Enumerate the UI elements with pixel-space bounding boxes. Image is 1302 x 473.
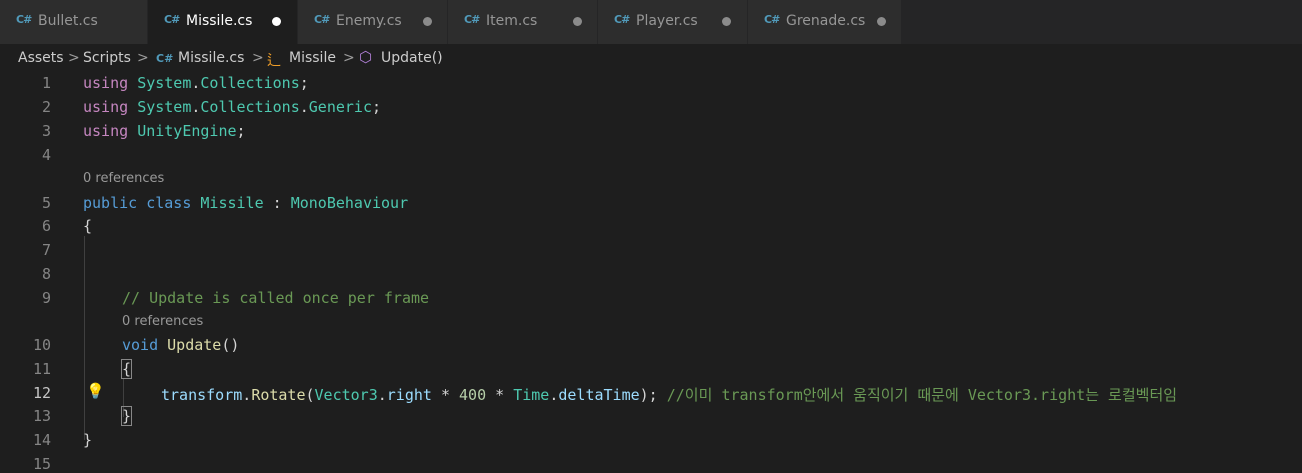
line-number: 4 (41, 146, 51, 164)
line-number: 6 (41, 217, 51, 235)
tab-label: Missile.cs (186, 13, 253, 29)
line-number: 14 (32, 431, 51, 449)
code-editor[interactable]: 1 2 3 4 5 6 7 8 9 10 11 12 13 14 15 usin… (0, 72, 1302, 473)
code-line: using UnityEngine; (83, 122, 246, 140)
line-number: 5 (41, 194, 51, 212)
line-number: 1 (41, 74, 51, 92)
csharp-icon: C# (164, 13, 180, 26)
csharp-icon: C# (314, 13, 330, 26)
tab-missile-cs[interactable]: C# Missile.cs (148, 0, 298, 44)
indent-guide (84, 236, 85, 440)
tab-label: Item.cs (486, 13, 538, 29)
tab-item-cs[interactable]: C# Item.cs (448, 0, 598, 44)
codelens-references[interactable]: 0 references (122, 314, 203, 329)
breadcrumb-missile-cs[interactable]: Missile.cs (178, 50, 244, 66)
code-line-active: transform.Rotate(Vector3.right * 400 * T… (161, 386, 1178, 404)
line-number: 8 (41, 265, 51, 283)
tab-bar: C# Bullet.cs C# Missile.cs C# Enemy.cs C… (0, 0, 1302, 44)
line-number: 3 (41, 122, 51, 140)
code-comment-line: // Update is called once per frame (122, 289, 430, 307)
method-cube-icon: ⬡ (359, 48, 373, 66)
line-number: 10 (32, 336, 51, 354)
code-line: { (83, 217, 93, 235)
line-number: 13 (32, 407, 51, 425)
code-line: using System.Collections; (83, 74, 309, 92)
tab-label: Enemy.cs (336, 13, 402, 29)
line-number: 7 (41, 241, 51, 259)
matched-brace: } (120, 406, 133, 426)
breadcrumb-update-method[interactable]: Update() (381, 50, 443, 66)
tab-label: Grenade.cs (786, 13, 866, 29)
line-number: 15 (32, 455, 51, 473)
class-icon: ⻍ (267, 53, 281, 69)
unsaved-dot-icon[interactable] (573, 17, 582, 26)
breadcrumb-assets[interactable]: Assets (18, 50, 64, 66)
tab-label: Bullet.cs (38, 13, 98, 29)
tab-player-cs[interactable]: C# Player.cs (598, 0, 748, 44)
line-number: 2 (41, 98, 51, 116)
matched-brace: { (120, 359, 133, 379)
line-number-active: 12 (32, 384, 51, 402)
breadcrumb: Assets > Scripts > C# Missile.cs > ⻍ Mis… (0, 44, 1302, 72)
tab-bullet-cs[interactable]: C# Bullet.cs (0, 0, 148, 44)
codelens-references[interactable]: 0 references (83, 171, 164, 186)
breadcrumb-missile-class[interactable]: Missile (289, 50, 336, 66)
breadcrumb-scripts[interactable]: Scripts (83, 50, 131, 66)
unsaved-dot-icon[interactable] (877, 17, 886, 26)
tab-enemy-cs[interactable]: C# Enemy.cs (298, 0, 448, 44)
chevron-right-icon: > (68, 50, 80, 66)
lightbulb-icon[interactable]: 💡 (86, 382, 105, 400)
csharp-icon: C# (156, 52, 174, 65)
code-line: using System.Collections.Generic; (83, 98, 382, 116)
csharp-icon: C# (464, 13, 480, 26)
chevron-right-icon: > (252, 50, 264, 66)
csharp-icon: C# (764, 13, 780, 26)
csharp-icon: C# (16, 13, 32, 26)
unsaved-dot-icon[interactable] (272, 17, 281, 26)
code-line: public class Missile : MonoBehaviour (83, 194, 409, 212)
tab-grenade-cs[interactable]: C# Grenade.cs (748, 0, 902, 44)
code-line: } (83, 431, 93, 449)
chevron-right-icon: > (343, 50, 355, 66)
csharp-icon: C# (614, 13, 630, 26)
code-line: } (120, 406, 133, 426)
code-line: { (120, 359, 133, 379)
tab-label: Player.cs (636, 13, 698, 29)
line-number: 9 (41, 289, 51, 307)
unsaved-dot-icon[interactable] (722, 17, 731, 26)
chevron-right-icon: > (137, 50, 149, 66)
unsaved-dot-icon[interactable] (423, 17, 432, 26)
code-line: void Update() (122, 336, 240, 354)
line-number: 11 (32, 360, 51, 378)
